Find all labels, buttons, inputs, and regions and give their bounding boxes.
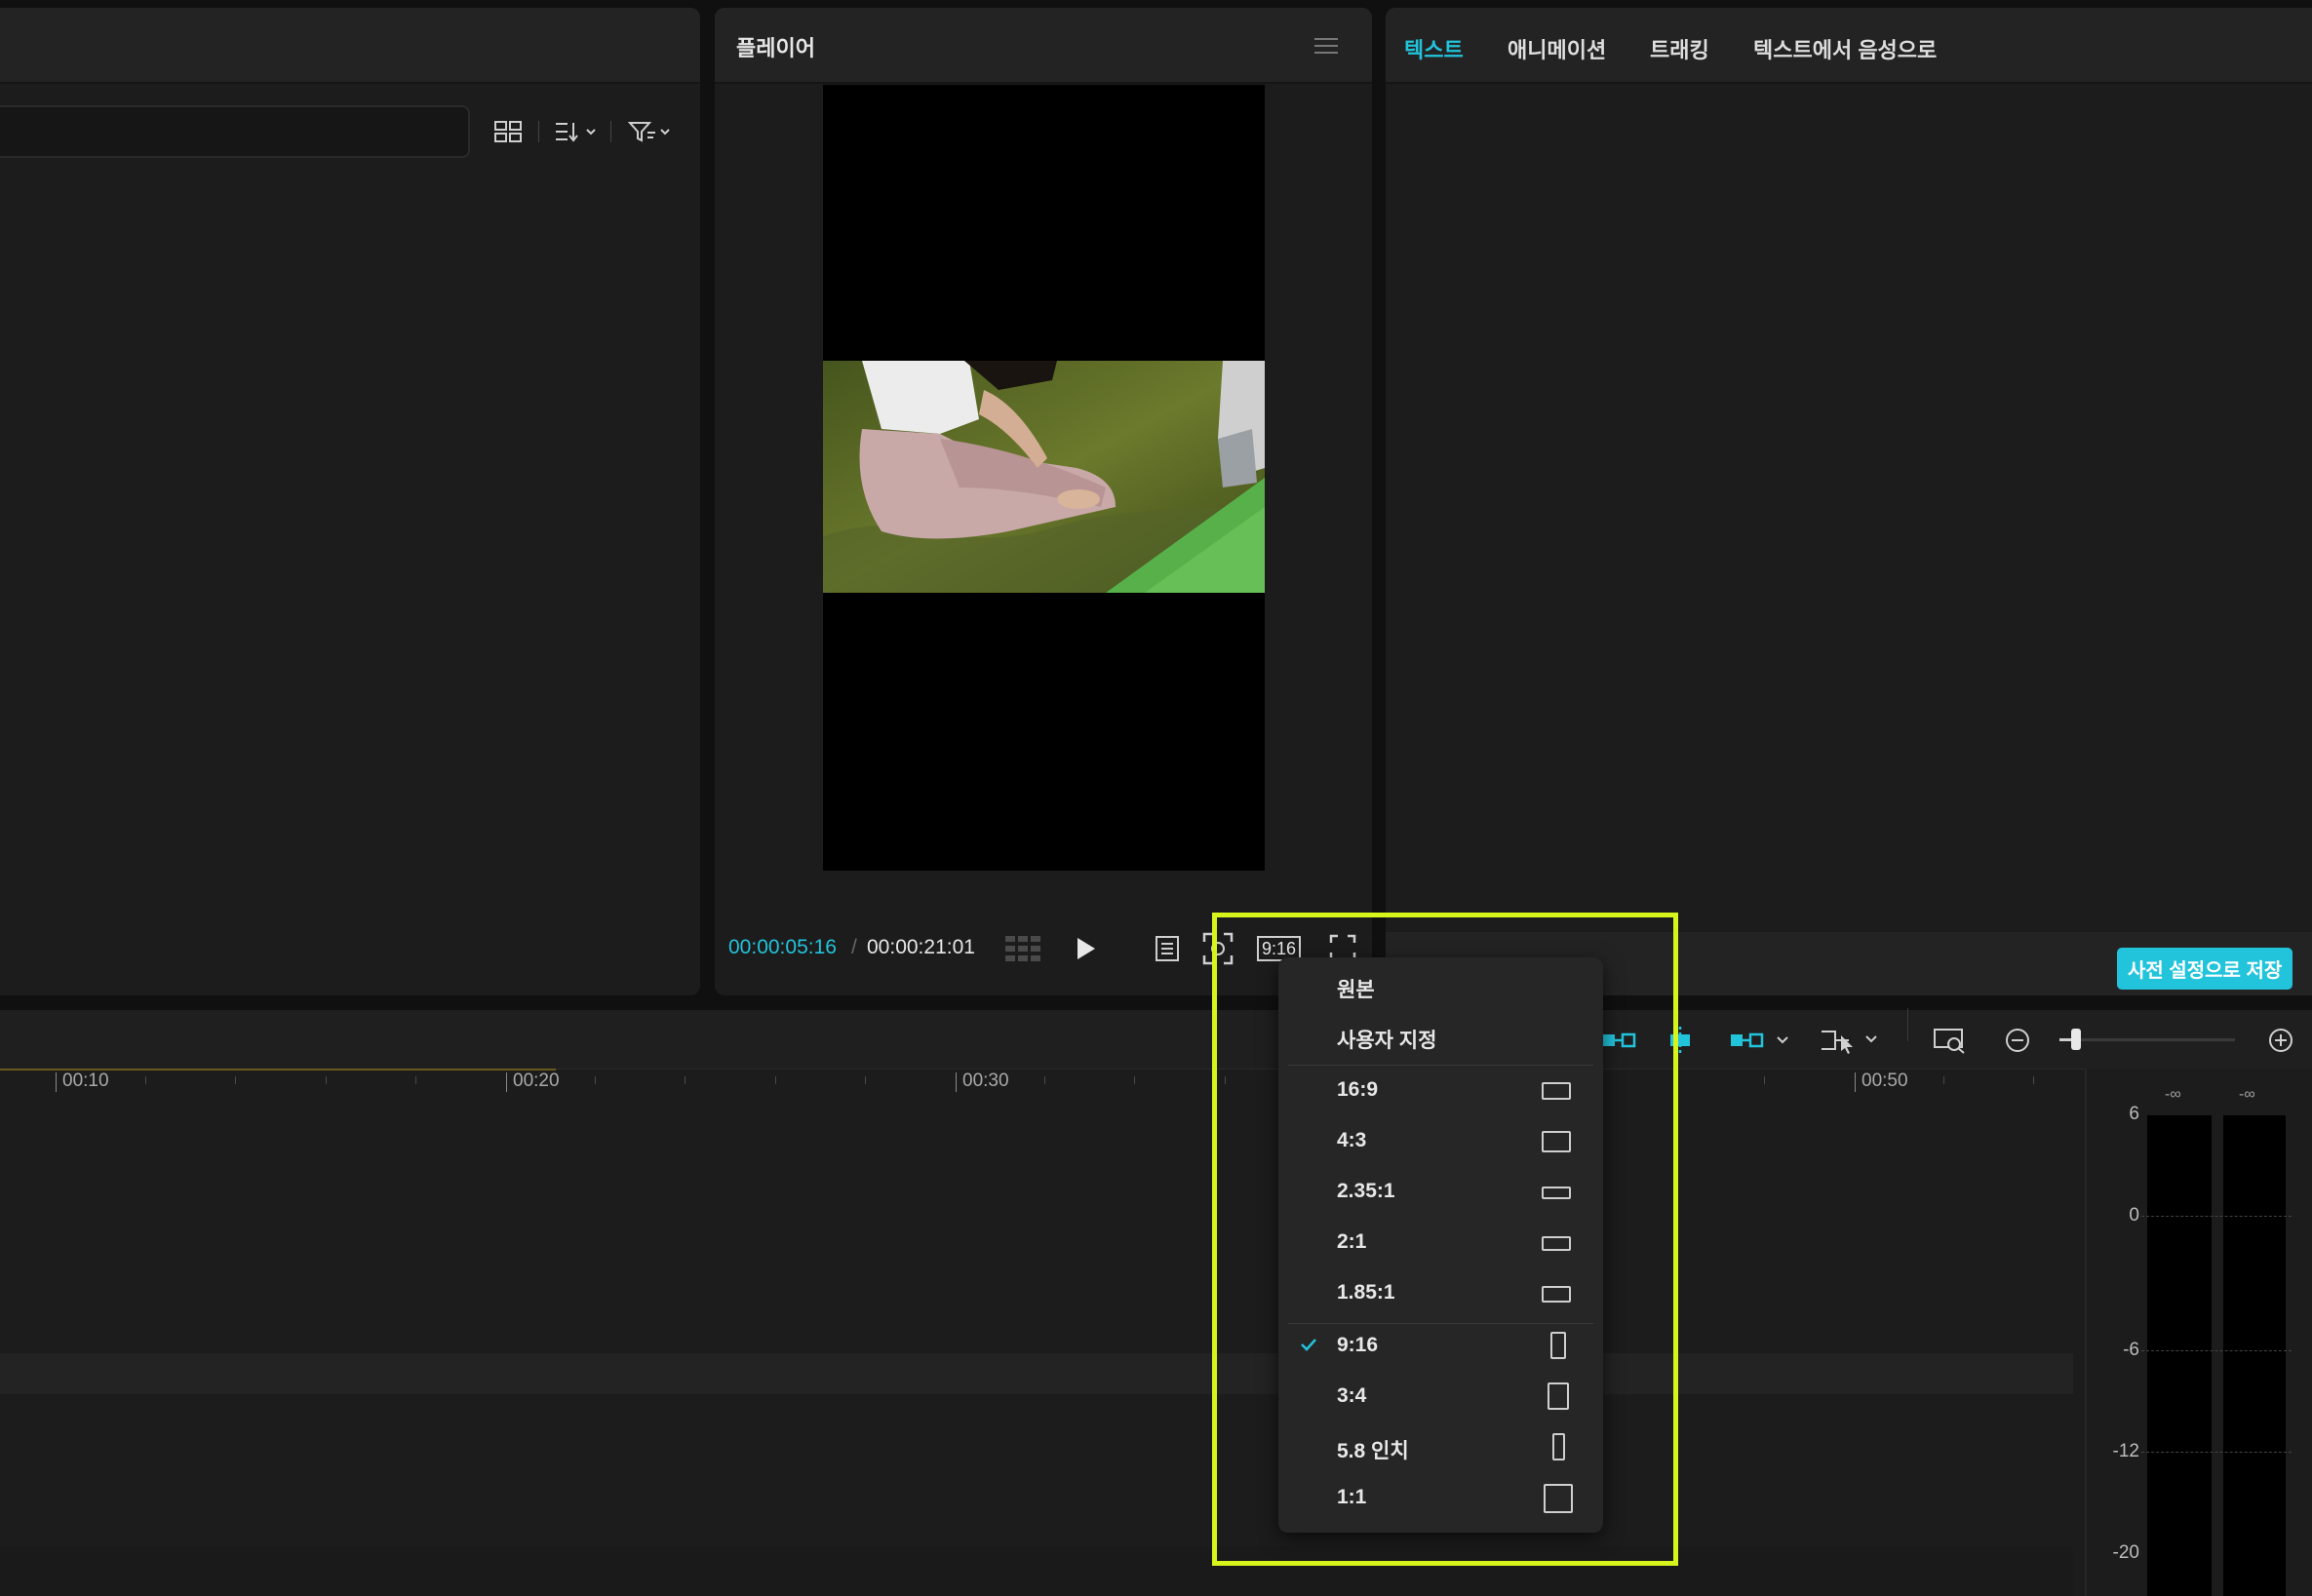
ruler-minor-tick — [1674, 1076, 1675, 1084]
ratio-option-2-35-1[interactable]: 2.35:1 — [1278, 1166, 1603, 1217]
ruler-minor-tick — [685, 1076, 686, 1084]
ruler-label: 00:50 — [1861, 1070, 1908, 1091]
play-icon[interactable] — [1070, 932, 1103, 965]
db-label: 6 — [2129, 1104, 2139, 1124]
ruler-minor-tick — [415, 1076, 416, 1084]
square-icon — [1544, 1484, 1573, 1513]
ratio-option-16-9[interactable]: 16:9 — [1278, 1065, 1603, 1115]
portrait-3-4-icon — [1548, 1382, 1569, 1410]
tab-text[interactable]: 텍스트 — [1404, 33, 1464, 64]
ruler-minor-tick — [1764, 1076, 1765, 1084]
zoom-slider[interactable] — [2059, 1029, 2235, 1050]
menu-icon[interactable] — [1312, 31, 1341, 60]
ruler-minor-tick — [1044, 1076, 1045, 1084]
meter-grid-line — [2141, 1452, 2292, 1453]
ruler-minor-tick — [1943, 1076, 1944, 1084]
inspector-tabs-bar: 텍스트 애니메이션 트래킹 텍스트에서 음성으로 — [1386, 8, 2312, 84]
timeline-track-bg — [0, 1546, 2073, 1596]
ruler-major-tick — [956, 1072, 957, 1092]
ruler-major-tick — [506, 1072, 507, 1092]
zoom-slider-handle[interactable] — [2071, 1029, 2081, 1050]
checkmark-icon — [1300, 1338, 1317, 1356]
zoom-in-icon[interactable] — [2264, 1024, 2297, 1057]
zoom-out-icon[interactable] — [2001, 1024, 2034, 1057]
ruler-minor-tick — [595, 1076, 596, 1084]
wide-2-1-icon — [1542, 1236, 1571, 1251]
player-panel: 플레이어 00:00:05:16 / 00:00:21:01 9:16 — [715, 8, 1372, 995]
phone-5-8-icon — [1552, 1433, 1565, 1460]
media-search-input[interactable] — [0, 105, 470, 158]
tab-text-to-speech[interactable]: 텍스트에서 음성으로 — [1753, 33, 1937, 64]
zoom-to-fit-icon[interactable] — [1931, 1024, 1970, 1057]
ratio-option-custom[interactable]: 사용자 지정 — [1278, 1011, 1603, 1062]
ratio-option-9-16[interactable]: 9:16 — [1278, 1320, 1603, 1371]
toolbar-divider — [1907, 1008, 1908, 1041]
sort-icon[interactable] — [552, 115, 601, 148]
ruler-minor-tick — [2033, 1076, 2034, 1084]
subtitle-frame-icon[interactable] — [1152, 932, 1183, 965]
save-preset-button[interactable]: 사전 설정으로 저장 — [2117, 948, 2293, 990]
timeline-ruler — [0, 1069, 2077, 1098]
video-scene — [823, 361, 1265, 593]
tab-animation[interactable]: 애니메이션 — [1508, 33, 1606, 64]
db-label: 0 — [2129, 1205, 2139, 1226]
meter-grid-line — [2141, 1216, 2292, 1217]
ruler-minor-tick — [235, 1076, 236, 1084]
ratio-option-1-1[interactable]: 1:1 — [1278, 1472, 1603, 1523]
ruler-minor-tick — [326, 1076, 327, 1084]
meter-channel-right — [2223, 1115, 2286, 1596]
meter-grid-line — [2141, 1350, 2292, 1351]
toolbar-divider — [610, 121, 611, 142]
ruler-label: 00:20 — [513, 1070, 560, 1091]
player-title: 플레이어 — [736, 36, 815, 60]
preview-axis-icon[interactable] — [1726, 1026, 1794, 1055]
ruler-minor-tick — [1225, 1076, 1226, 1084]
wide-1-85-icon — [1542, 1286, 1571, 1303]
ruler-minor-tick — [775, 1076, 776, 1084]
grid-view-icon[interactable] — [491, 115, 525, 148]
media-panel — [0, 8, 700, 995]
ruler-major-tick — [56, 1072, 57, 1092]
ratio-option-4-3[interactable]: 4:3 — [1278, 1115, 1603, 1166]
ruler-minor-tick — [865, 1076, 866, 1084]
portrait-9-16-icon — [1550, 1332, 1566, 1359]
db-label: -12 — [2112, 1441, 2139, 1461]
timeline-panel: -∞ -∞ — [0, 1008, 2312, 1596]
filter-icon[interactable] — [626, 115, 675, 148]
meter-peak-left: -∞ — [2165, 1086, 2181, 1103]
ruler-minor-tick — [1134, 1076, 1135, 1084]
select-tool-icon[interactable] — [1818, 1024, 1882, 1057]
inspector-panel: 텍스트 애니메이션 트래킹 텍스트에서 음성으로 사전 설정으로 저장 — [1386, 8, 2312, 995]
snap-icon[interactable] — [1664, 1024, 1697, 1057]
meter-peak-right: -∞ — [2239, 1086, 2255, 1103]
media-panel-header — [0, 8, 700, 84]
ruler-major-tick — [1855, 1072, 1856, 1092]
timeline-track[interactable] — [0, 1353, 2073, 1394]
video-canvas[interactable] — [823, 85, 1265, 871]
ratio-option-3-4[interactable]: 3:4 — [1278, 1371, 1603, 1421]
time-separator: / — [851, 936, 857, 958]
toolbar-divider — [538, 121, 539, 142]
link-clips-icon[interactable] — [1599, 1026, 1638, 1055]
crop-focus-icon[interactable] — [1200, 930, 1235, 967]
time-total: 00:00:21:01 — [867, 936, 975, 958]
ratio-option-1-85-1[interactable]: 1.85:1 — [1278, 1267, 1603, 1318]
ratio-option-5-8-inch[interactable]: 5.8 인치 — [1278, 1421, 1603, 1472]
ruler-label: 00:30 — [962, 1070, 1009, 1091]
db-label: -20 — [2112, 1542, 2139, 1563]
ratio-option-2-1[interactable]: 2:1 — [1278, 1217, 1603, 1267]
time-current: 00:00:05:16 — [728, 936, 837, 958]
db-label: -6 — [2123, 1340, 2139, 1360]
timeline-grid-icon[interactable] — [1003, 932, 1044, 965]
meter-channel-left — [2147, 1115, 2212, 1596]
landscape-4-3-icon — [1542, 1131, 1571, 1152]
cinema-wide-icon — [1542, 1187, 1571, 1199]
video-frame — [823, 361, 1265, 593]
landscape-16-9-icon — [1542, 1082, 1571, 1100]
tab-tracking[interactable]: 트래킹 — [1650, 33, 1709, 64]
ratio-option-original[interactable]: 원본 — [1278, 960, 1603, 1011]
ruler-minor-tick — [145, 1076, 146, 1084]
aspect-ratio-menu: 원본 사용자 지정 16:9 4:3 2.35:1 2:1 1.85:1 9:1… — [1278, 957, 1603, 1533]
ruler-label: 00:10 — [62, 1070, 109, 1091]
